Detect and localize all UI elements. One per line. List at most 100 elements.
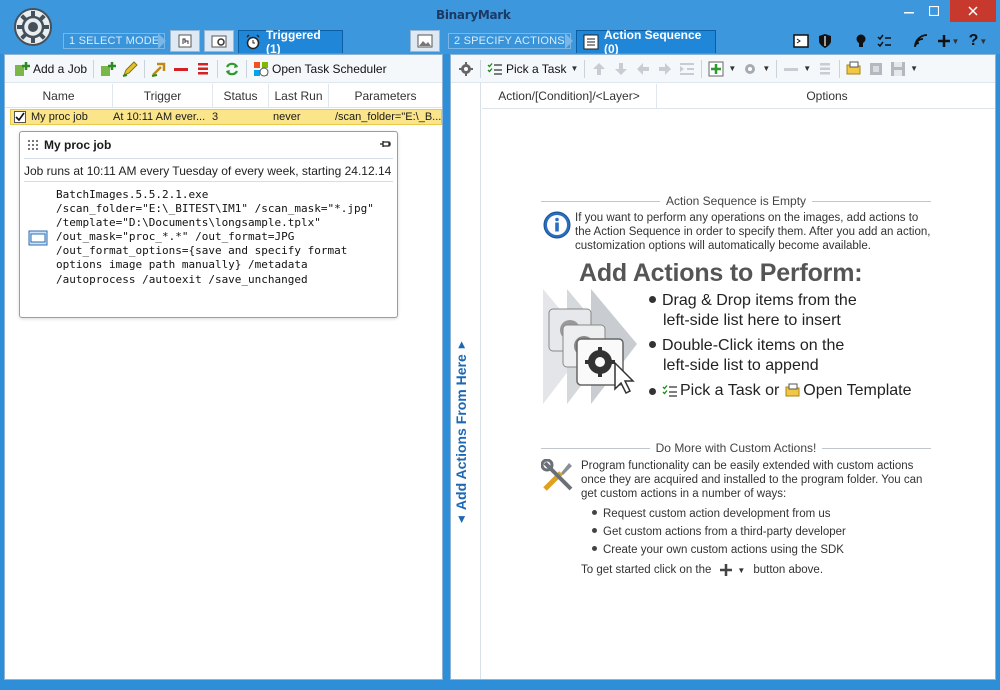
- add-actions-drop-strip[interactable]: ◀ Add Actions From Here ▶: [451, 83, 481, 679]
- alarm-clock-icon: [246, 34, 260, 50]
- column-header-name[interactable]: Name: [5, 84, 113, 108]
- refresh-button[interactable]: [221, 58, 243, 80]
- bullet-dot: [649, 341, 656, 348]
- jobs-grid-header: Name Trigger Status Last Run Parameters: [5, 84, 442, 108]
- tips-button[interactable]: [850, 30, 872, 52]
- move-right-button[interactable]: [654, 58, 676, 80]
- app-window: BinaryMark 1 SELECT MODE Triggered (1) 2…: [0, 0, 1000, 690]
- table-row[interactable]: My proc job At 10:11 AM ever... 3 never …: [10, 109, 442, 125]
- custom-action-button[interactable]: ▼: [739, 58, 773, 80]
- open-task-scheduler-button[interactable]: Open Task Scheduler: [250, 58, 390, 80]
- divider: [822, 447, 932, 449]
- column-header-status[interactable]: Status: [213, 84, 269, 108]
- actions-toolbar: Pick a Task ▼ ▼ ▼ ▼ ▼: [451, 55, 995, 83]
- tab-manual-mode[interactable]: [170, 30, 200, 52]
- minimize-button[interactable]: [898, 0, 920, 22]
- shield-icon: [819, 34, 831, 48]
- chevron-down-icon: ▼: [910, 64, 919, 73]
- add-action-button[interactable]: ▼: [705, 58, 739, 80]
- tools-icon: [540, 458, 575, 496]
- add-job-label: Add a Job: [33, 61, 88, 76]
- bullet-dot: [592, 510, 597, 515]
- empty-section-title: Action Sequence is Empty: [541, 194, 932, 208]
- checklist-icon: [662, 385, 677, 397]
- divider: [541, 447, 650, 449]
- bullet-pick-task: Pick a Task or Open Template: [649, 381, 912, 401]
- console-button[interactable]: [790, 30, 812, 52]
- add-actions-from-here-label: ◀ Add Actions From Here ▶: [453, 341, 469, 523]
- custom-footer-text-b: button above.: [753, 564, 824, 576]
- checklist-button[interactable]: [873, 30, 895, 52]
- toolbar-separator: [480, 59, 481, 78]
- column-header-last-run[interactable]: Last Run: [269, 84, 329, 108]
- job-command-line: BatchImages.5.5.2.1.exe /scan_folder="E:…: [56, 188, 374, 286]
- tab-watch-folder[interactable]: [204, 30, 234, 52]
- tab-action-sequence[interactable]: Action Sequence (0): [576, 28, 716, 56]
- pick-task-button[interactable]: Pick a Task ▼: [484, 58, 581, 80]
- checklist-icon: [877, 34, 891, 48]
- open-template-button[interactable]: [843, 58, 865, 80]
- column-header-trigger[interactable]: Trigger: [113, 84, 213, 108]
- job-enabled-checkbox[interactable]: [14, 111, 26, 123]
- settings-gear-icon[interactable]: [12, 6, 54, 48]
- arrow-down-icon: [615, 62, 628, 75]
- job-detail-title: My proc job: [44, 138, 112, 152]
- edit-job-button[interactable]: [119, 58, 141, 80]
- close-button[interactable]: [950, 0, 996, 22]
- templates-button[interactable]: [865, 58, 887, 80]
- save-template-button[interactable]: ▼: [887, 58, 921, 80]
- toolbar-separator: [584, 59, 586, 78]
- remove-all-jobs-button[interactable]: [192, 58, 214, 80]
- remove-all-actions-button[interactable]: [814, 58, 836, 80]
- custom-section-title: Do More with Custom Actions!: [541, 441, 932, 455]
- maximize-button[interactable]: [922, 0, 946, 22]
- move-left-button[interactable]: [632, 58, 654, 80]
- tab-action-sequence-label: Action Sequence (0): [604, 28, 702, 56]
- toolbar-separator: [839, 59, 841, 78]
- action-settings-button[interactable]: [455, 58, 477, 80]
- custom-section-title-text: Do More with Custom Actions!: [655, 441, 817, 455]
- tab-triggered[interactable]: Triggered (1): [238, 28, 343, 56]
- column-header-parameters[interactable]: Parameters: [329, 84, 442, 108]
- bullet-double-click-line2: left-side list to append: [663, 357, 819, 374]
- run-arrow-icon: [151, 62, 166, 77]
- move-down-button[interactable]: [610, 58, 632, 80]
- tab-triggered-label: Triggered (1): [266, 28, 321, 56]
- action-sequence-icon: [583, 34, 599, 50]
- list-item: Create your own custom actions using the…: [592, 544, 844, 556]
- empty-section-title-text: Action Sequence is Empty: [665, 194, 807, 208]
- arrow-right-icon: [659, 62, 672, 75]
- help-menu-button[interactable]: ? ▼: [964, 30, 992, 52]
- indent-button[interactable]: [676, 58, 698, 80]
- move-up-button[interactable]: [588, 58, 610, 80]
- bullet-double-click: Double-Click items on the: [649, 336, 844, 356]
- pin-button[interactable]: [379, 138, 391, 153]
- custom-footer-text-a: To get started click on the: [581, 564, 712, 576]
- job-detail-card: My proc job Job runs at 10:11 AM every T…: [19, 131, 398, 318]
- bullet-drag-drop-line1: Drag & Drop items from the: [662, 292, 857, 309]
- gear-icon: [745, 63, 756, 74]
- add-menu-button[interactable]: ▼: [934, 30, 962, 52]
- cell-name: My proc job: [31, 111, 88, 123]
- duplicate-job-button[interactable]: [97, 58, 119, 80]
- security-button[interactable]: [814, 30, 836, 52]
- open-template-link[interactable]: Open Template: [803, 381, 911, 401]
- add-actions-headline: Add Actions to Perform:: [579, 259, 863, 287]
- list-item: Request custom action development from u…: [592, 508, 831, 520]
- step-arrow-icon-2: [565, 33, 573, 49]
- updates-button[interactable]: [910, 30, 932, 52]
- plus-icon: [937, 35, 950, 47]
- remove-action-button[interactable]: ▼: [780, 58, 814, 80]
- pick-task-link[interactable]: Pick a Task or: [680, 381, 779, 401]
- refresh-icon: [226, 62, 239, 75]
- duplicate-icon: [101, 61, 117, 76]
- templates-icon: [870, 62, 883, 75]
- image-preview-button[interactable]: [410, 30, 440, 52]
- column-header-options[interactable]: Options: [657, 84, 997, 108]
- remove-job-button[interactable]: [170, 58, 192, 80]
- column-header-action[interactable]: Action/[Condition]/<Layer>: [482, 84, 657, 108]
- add-job-button[interactable]: Add a Job: [11, 58, 90, 80]
- run-job-button[interactable]: [148, 58, 170, 80]
- toolbar-separator: [776, 59, 778, 78]
- wifi-feed-icon: [914, 34, 928, 48]
